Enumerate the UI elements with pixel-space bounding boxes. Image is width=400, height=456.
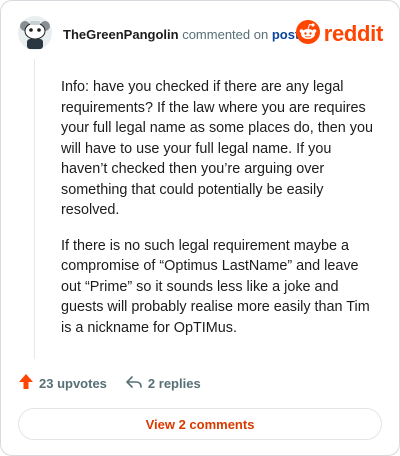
view-comments-button[interactable]: View 2 comments (18, 408, 382, 440)
comment-meta: TheGreenPangolin commented on post (63, 27, 299, 42)
comment-body: Info: have you checked if there are any … (61, 77, 377, 353)
reply-count: 2 replies (147, 375, 201, 391)
reply-button[interactable]: 2 replies (125, 375, 201, 392)
comment-paragraph: If there is no such legal requirement ma… (61, 237, 370, 336)
comment-paragraph: Info: have you checked if there are any … (61, 79, 373, 218)
username-link[interactable]: TheGreenPangolin (63, 27, 179, 42)
comment-card: TheGreenPangolin commented on post reddi… (0, 0, 400, 456)
thread-line (34, 59, 35, 359)
reddit-wordmark: reddit (323, 21, 384, 46)
reddit-logo-icon (295, 19, 320, 49)
action-text: commented on (182, 27, 269, 42)
comment-header: TheGreenPangolin commented on post reddi… (17, 15, 383, 55)
reply-arrow-icon (125, 375, 148, 392)
reddit-brand[interactable]: reddit (295, 19, 384, 49)
upvote-count: 23 upvotes (39, 375, 107, 391)
snoo-avatar-icon[interactable] (17, 15, 53, 51)
upvote-arrow-icon (18, 373, 39, 393)
comment-actions: 23 upvotes 2 replies (18, 373, 201, 393)
upvote-button[interactable]: 23 upvotes (18, 373, 107, 393)
